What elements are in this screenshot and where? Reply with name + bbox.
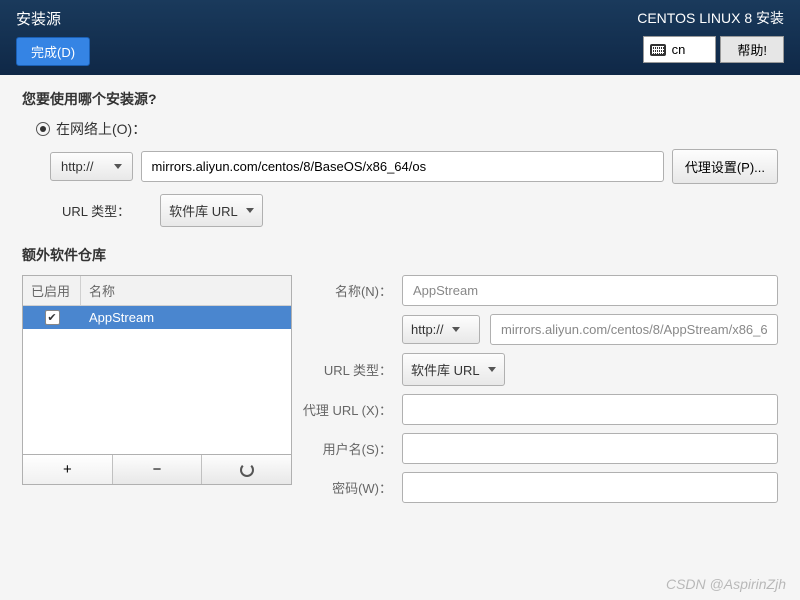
- detail-user-label: 用户名(S)：: [302, 439, 392, 458]
- detail-proxy-input[interactable]: [402, 394, 778, 425]
- detail-user-row: 用户名(S)：: [302, 433, 778, 464]
- lang-code: cn: [672, 42, 686, 57]
- detail-pass-input[interactable]: [402, 472, 778, 503]
- detail-url-input[interactable]: [490, 314, 778, 345]
- remove-repo-button[interactable]: −: [113, 455, 203, 484]
- additional-repos-title: 额外软件仓库: [22, 245, 778, 265]
- add-repo-button[interactable]: +: [23, 455, 113, 484]
- detail-name-row: 名称(N)：: [302, 275, 778, 306]
- radio-network-label: 在网络上(O)：: [56, 119, 146, 139]
- installer-title: CENTOS LINUX 8 安装: [637, 8, 784, 28]
- repo-list-panel: 已启用 名称 ✔ AppStream + −: [22, 275, 292, 503]
- table-row[interactable]: ✔ AppStream: [23, 306, 291, 329]
- repo-table: 已启用 名称 ✔ AppStream: [22, 275, 292, 455]
- proxy-settings-button[interactable]: 代理设置(P)...: [672, 149, 778, 184]
- header-right: CENTOS LINUX 8 安装 cn 帮助!: [637, 8, 784, 67]
- detail-protocol-value: http://: [411, 322, 444, 337]
- detail-urltype-row: URL 类型： 软件库 URL: [302, 353, 778, 386]
- source-question: 您要使用哪个安装源?: [22, 89, 778, 109]
- chevron-down-icon: [114, 164, 122, 169]
- col-name: 名称: [81, 276, 123, 305]
- detail-user-input[interactable]: [402, 433, 778, 464]
- keyboard-icon: [650, 44, 666, 56]
- detail-name-label: 名称(N)：: [302, 281, 392, 300]
- chevron-down-icon: [452, 327, 460, 332]
- reload-icon: [240, 463, 254, 477]
- url-type-label: URL 类型：: [62, 201, 130, 220]
- repo-enabled-cell: ✔: [23, 310, 81, 325]
- page-title: 安装源: [16, 8, 90, 29]
- repo-toolbar: + −: [22, 455, 292, 485]
- done-button[interactable]: 完成(D): [16, 37, 90, 66]
- detail-name-input[interactable]: [402, 275, 778, 306]
- radio-network-icon: [36, 122, 50, 136]
- url-type-value: 软件库 URL: [169, 201, 238, 220]
- keyboard-layout-selector[interactable]: cn: [643, 36, 717, 63]
- watermark: CSDN @AspirinZjh: [666, 576, 786, 592]
- detail-proxy-label: 代理 URL (X)：: [302, 400, 392, 419]
- repo-name-cell: AppStream: [81, 310, 154, 325]
- source-url-row: http:// 代理设置(P)...: [50, 149, 778, 184]
- detail-urltype-value: 软件库 URL: [411, 360, 480, 379]
- repos-section: 已启用 名称 ✔ AppStream + − 名称(N)：: [22, 275, 778, 503]
- network-radio-row[interactable]: 在网络上(O)：: [36, 119, 778, 139]
- detail-protocol-dropdown[interactable]: http://: [402, 315, 480, 344]
- content: 您要使用哪个安装源? 在网络上(O)： http:// 代理设置(P)... U…: [0, 75, 800, 517]
- chevron-down-icon: [488, 367, 496, 372]
- detail-pass-row: 密码(W)：: [302, 472, 778, 503]
- detail-urltype-label: URL 类型：: [302, 360, 392, 379]
- detail-pass-label: 密码(W)：: [302, 478, 392, 497]
- url-type-row: URL 类型： 软件库 URL: [62, 194, 778, 227]
- protocol-dropdown[interactable]: http://: [50, 152, 133, 181]
- source-url-input[interactable]: [141, 151, 664, 182]
- header-bar: 安装源 完成(D) CENTOS LINUX 8 安装 cn 帮助!: [0, 0, 800, 75]
- help-button[interactable]: 帮助!: [720, 36, 784, 63]
- detail-urltype-dropdown[interactable]: 软件库 URL: [402, 353, 505, 386]
- header-controls: cn 帮助!: [643, 36, 784, 63]
- repo-table-header: 已启用 名称: [23, 276, 291, 306]
- protocol-value: http://: [61, 159, 94, 174]
- col-enabled: 已启用: [23, 276, 81, 305]
- detail-proxy-row: 代理 URL (X)：: [302, 394, 778, 425]
- detail-url-row: http://: [302, 314, 778, 345]
- url-type-dropdown[interactable]: 软件库 URL: [160, 194, 263, 227]
- checkbox-icon[interactable]: ✔: [45, 310, 60, 325]
- repo-detail-panel: 名称(N)： http:// URL 类型： 软件库 URL 代理 URL: [302, 275, 778, 503]
- reload-repo-button[interactable]: [202, 455, 291, 484]
- header-left: 安装源 完成(D): [16, 8, 90, 67]
- chevron-down-icon: [246, 208, 254, 213]
